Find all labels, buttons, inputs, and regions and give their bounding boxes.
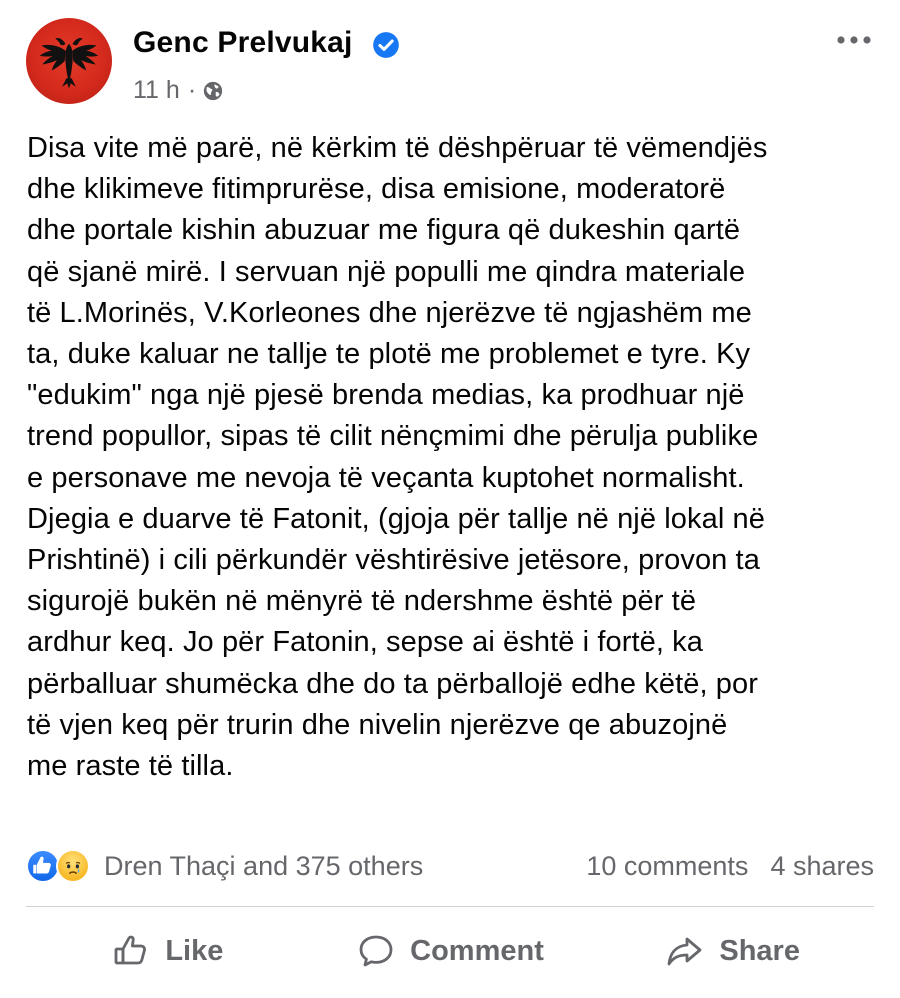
post-meta: 11 h · bbox=[133, 76, 224, 105]
engagement-counts: 10 comments 4 shares bbox=[586, 851, 874, 882]
comment-bubble-icon bbox=[359, 935, 393, 967]
share-label: Share bbox=[719, 934, 800, 967]
eagle-emblem-icon bbox=[39, 37, 99, 89]
like-button[interactable]: Like bbox=[26, 916, 309, 986]
comment-button[interactable]: Comment bbox=[309, 916, 592, 986]
post-timestamp[interactable]: 11 h bbox=[133, 76, 180, 105]
thumbs-up-icon bbox=[114, 935, 147, 965]
globe-icon bbox=[203, 81, 223, 100]
comment-label: Comment bbox=[410, 934, 544, 967]
meta-separator: · bbox=[187, 76, 197, 104]
more-options-icon[interactable] bbox=[834, 30, 874, 50]
share-arrow-icon bbox=[667, 937, 702, 966]
shares-count[interactable]: 4 shares bbox=[770, 851, 874, 882]
like-reaction-icon bbox=[26, 849, 60, 883]
comments-count[interactable]: 10 comments bbox=[586, 851, 748, 882]
post-actions: Like Comment Share bbox=[26, 916, 874, 986]
reaction-icons[interactable] bbox=[26, 847, 96, 885]
divider bbox=[26, 906, 874, 907]
like-label: Like bbox=[165, 934, 224, 967]
post-body-text: Disa vite më parë, në kërkim të dëshpëru… bbox=[27, 132, 768, 783]
share-button[interactable]: Share bbox=[591, 916, 874, 986]
reactions-bar: Dren Thaçi and 375 others 10 comments 4 … bbox=[26, 846, 874, 886]
sad-reaction-icon bbox=[56, 849, 90, 883]
verified-badge-icon bbox=[373, 32, 399, 58]
reactors-summary[interactable]: Dren Thaçi and 375 others bbox=[104, 851, 423, 882]
author-name[interactable]: Genc Prelvukaj bbox=[133, 26, 353, 60]
author-avatar[interactable] bbox=[26, 18, 112, 104]
facebook-post: Genc Prelvukaj 11 h · Disa vite më parë,… bbox=[0, 0, 900, 998]
